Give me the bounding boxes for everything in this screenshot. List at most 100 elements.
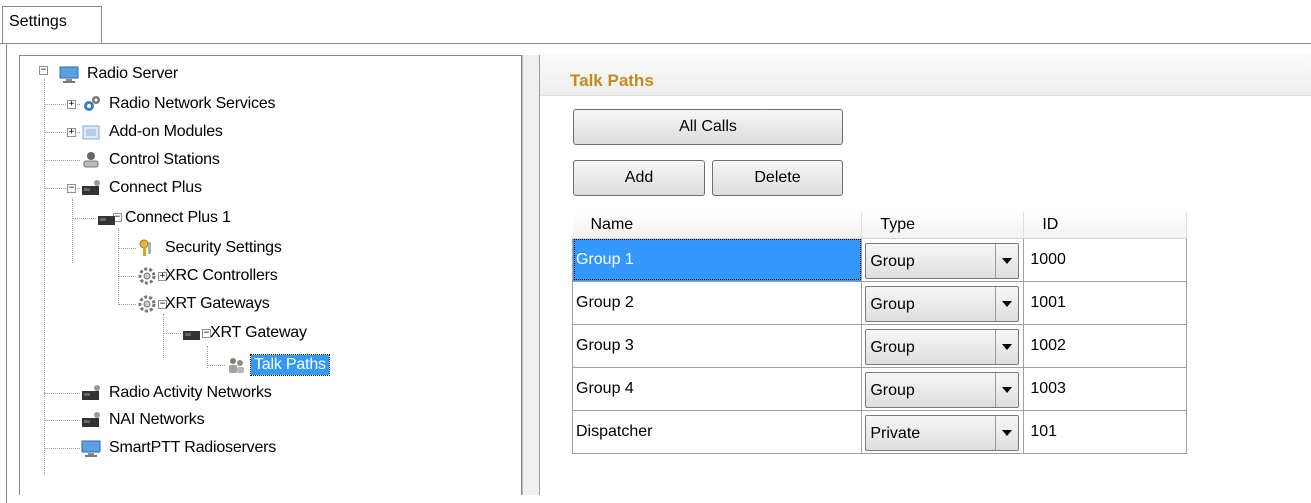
talk-paths-table[interactable]: Name Type ID Group 1 Group 1000 Group 2 …: [571, 212, 1187, 454]
tree-item-radio-server[interactable]: Radio Server: [58, 62, 181, 86]
tree-item-label: Security Settings: [165, 239, 282, 256]
name-cell[interactable]: Group 4: [571, 366, 863, 411]
column-header-id[interactable]: ID: [1023, 212, 1187, 239]
id-cell[interactable]: 1002: [1023, 323, 1187, 368]
tree-item-label: SmartPTT Radioservers: [109, 439, 277, 456]
tree-line: [163, 333, 181, 334]
type-cell: Group: [861, 237, 1025, 282]
add-button[interactable]: Add: [573, 160, 705, 196]
repeater-icon: [181, 323, 203, 343]
table-row[interactable]: Group 1 Group 1000: [571, 237, 1187, 282]
tree-line: [44, 448, 80, 449]
tree-line: [118, 228, 119, 303]
tree-item-radio-network-services[interactable]: Radio Network Services: [80, 92, 278, 116]
chevron-down-icon[interactable]: [995, 416, 1018, 450]
tree-line: [207, 365, 225, 366]
type-dropdown[interactable]: Group: [865, 286, 1020, 322]
chevron-down-icon[interactable]: [995, 330, 1018, 364]
tree-item-smartptt-radioservers[interactable]: SmartPTT Radioservers: [80, 436, 279, 460]
type-dropdown[interactable]: Private: [865, 415, 1020, 451]
type-cell: Group: [861, 323, 1025, 368]
panel-splitter[interactable]: [522, 55, 540, 495]
type-value: Group: [870, 382, 915, 399]
tree-item-label: XRT Gateway: [210, 324, 307, 341]
name-cell[interactable]: Group 2: [571, 280, 863, 325]
table-row[interactable]: Dispatcher Private 101: [571, 409, 1187, 454]
tree-item-nai-networks[interactable]: NAI Networks: [80, 408, 207, 432]
type-dropdown[interactable]: Group: [865, 329, 1020, 365]
table-header-row: Name Type ID: [572, 212, 1187, 239]
id-cell[interactable]: 101: [1023, 409, 1187, 454]
chevron-down-icon[interactable]: [995, 373, 1018, 407]
tree-item-connect-plus-1[interactable]: Connect Plus 1: [96, 206, 234, 230]
tree-item-security-settings[interactable]: Security Settings: [136, 236, 285, 260]
type-dropdown[interactable]: Group: [865, 243, 1020, 279]
name-cell[interactable]: Dispatcher: [571, 409, 863, 454]
delete-label: Delete: [754, 169, 801, 186]
cog-icon: [136, 294, 158, 314]
tree-item-xrt-gateways[interactable]: XRT Gateways: [136, 292, 273, 316]
tree-item-label: XRT Gateways: [165, 295, 270, 312]
tree-line: [44, 79, 45, 475]
name-cell[interactable]: Group 1: [571, 237, 863, 282]
tree-item-label: Connect Plus 1: [125, 209, 231, 226]
name-cell[interactable]: Group 3: [571, 323, 863, 368]
expand-toggle-icon[interactable]: +: [67, 100, 76, 109]
tree-item-talk-paths[interactable]: Talk Paths: [225, 353, 330, 377]
tree-line: [118, 276, 136, 277]
column-header-name[interactable]: Name: [572, 212, 863, 239]
modules-icon: [80, 122, 102, 142]
keys-icon: [136, 238, 158, 258]
tree-item-label: NAI Networks: [109, 411, 205, 428]
tree-item-label: Control Stations: [109, 151, 220, 168]
tree-item-label: XRC Controllers: [165, 267, 278, 284]
tree-item-xrc-controllers[interactable]: XRC Controllers: [136, 264, 281, 288]
tree-line: [72, 199, 73, 263]
table-row[interactable]: Group 3 Group 1002: [571, 323, 1187, 368]
expand-toggle-icon[interactable]: +: [67, 128, 76, 137]
talk-paths-icon: [225, 355, 247, 375]
tree-line: [44, 160, 80, 161]
tab-settings[interactable]: Settings: [2, 6, 102, 44]
tree-line: [72, 218, 96, 219]
id-cell[interactable]: 1001: [1023, 280, 1187, 325]
table-row[interactable]: Group 4 Group 1003: [571, 366, 1187, 411]
tree-line: [44, 420, 80, 421]
type-dropdown[interactable]: Group: [865, 372, 1020, 408]
type-value: Group: [870, 339, 915, 356]
all-calls-button[interactable]: All Calls: [573, 109, 843, 145]
tree-item-label: Connect Plus: [109, 179, 202, 196]
tree-line: [163, 314, 164, 358]
tab-strip: Settings: [0, 0, 1311, 44]
tree-item-control-stations[interactable]: Control Stations: [80, 148, 223, 172]
tree-item-xrt-gateway[interactable]: XRT Gateway: [181, 321, 310, 345]
collapse-toggle-icon[interactable]: −: [67, 184, 76, 193]
control-station-icon: [80, 150, 102, 170]
id-cell[interactable]: 1003: [1023, 366, 1187, 411]
tree-item-radio-activity-networks[interactable]: Radio Activity Networks: [80, 381, 275, 405]
tree-line: [44, 393, 80, 394]
add-label: Add: [624, 169, 654, 186]
collapse-toggle-icon[interactable]: −: [39, 66, 48, 75]
column-header-type[interactable]: Type: [861, 212, 1025, 239]
repeater-icon: [80, 410, 102, 430]
cog-icon: [136, 266, 158, 286]
page-title: Talk Paths: [570, 71, 654, 90]
chevron-down-icon[interactable]: [995, 244, 1018, 278]
tree-item-connect-plus[interactable]: Connect Plus: [80, 176, 205, 200]
section-header: Talk Paths: [540, 55, 1311, 96]
delete-button[interactable]: Delete: [712, 160, 843, 196]
id-cell[interactable]: 1000: [1023, 237, 1187, 282]
monitor-icon: [80, 438, 102, 458]
type-value: Group: [870, 253, 915, 270]
table-row[interactable]: Group 2 Group 1001: [571, 280, 1187, 325]
type-cell: Group: [861, 280, 1025, 325]
talk-paths-panel: Talk Paths All Calls Add Delete Name Typ…: [539, 55, 1311, 495]
tree-item-label: Radio Server: [87, 65, 178, 82]
repeater-icon: [80, 383, 102, 403]
settings-tree[interactable]: − + + − − + − − Radio Server Radio Netwo…: [19, 55, 522, 495]
tree-item-label: Radio Network Services: [109, 95, 276, 112]
tree-item-add-on-modules[interactable]: Add-on Modules: [80, 120, 226, 144]
tree-item-label: Add-on Modules: [109, 123, 223, 140]
chevron-down-icon[interactable]: [995, 287, 1018, 321]
